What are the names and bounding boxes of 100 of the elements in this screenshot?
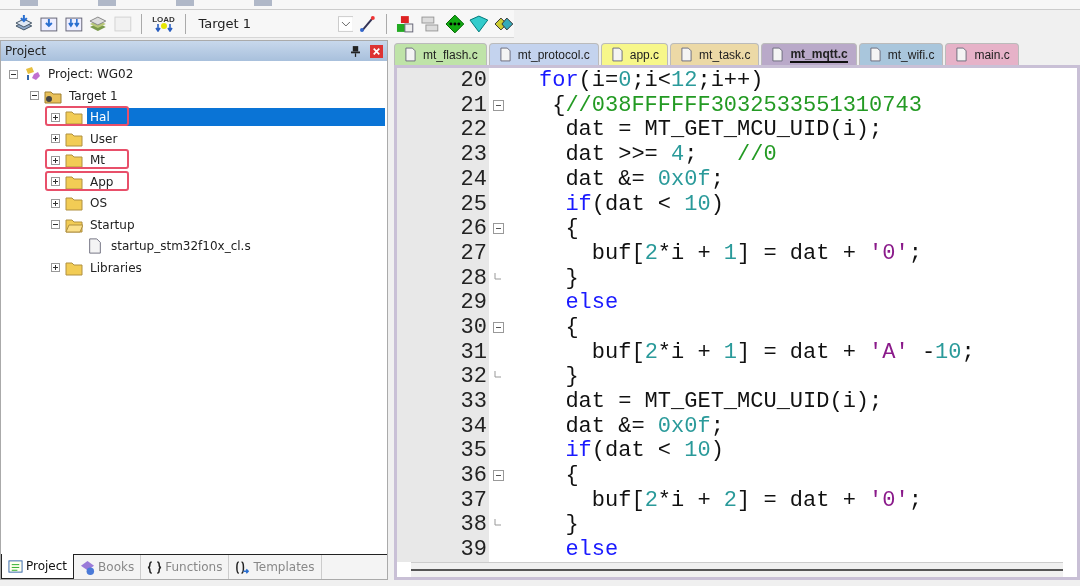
line-number: 30	[459, 314, 488, 340]
folder-icon	[65, 152, 83, 168]
line-number: 35	[459, 438, 488, 464]
line-number: 23	[459, 142, 488, 168]
line-number: 22	[459, 117, 488, 143]
line-number: 38	[459, 512, 488, 538]
panel-title: Project	[5, 44, 48, 59]
file-tab[interactable]: mt_mqtt.c	[761, 43, 857, 66]
line-number: 36	[459, 463, 488, 489]
file-tab[interactable]: main.c	[945, 43, 1019, 66]
code-line: {	[564, 463, 579, 489]
file-tab[interactable]: mt_flash.c	[394, 43, 487, 66]
fold-icon[interactable]	[493, 321, 504, 333]
expand-icon[interactable]	[51, 198, 60, 208]
file-tab[interactable]: app.c	[600, 43, 669, 66]
code-line: buf[2*i + 1] = dat + 'A' -10;	[590, 339, 975, 365]
collapse-icon[interactable]	[30, 91, 39, 100]
line-number: 28	[459, 265, 488, 291]
line-number: 20	[459, 68, 488, 94]
collapse-icon[interactable]	[51, 220, 60, 229]
file-tab[interactable]: mt_wifi.c	[858, 43, 944, 66]
expand-icon[interactable]	[51, 177, 60, 186]
close-icon[interactable]	[370, 44, 383, 58]
template-icon	[235, 559, 251, 575]
line-number: 21	[459, 92, 488, 118]
code-line: if(dat < 10)	[564, 438, 724, 464]
folder-icon	[65, 216, 83, 233]
line-number: 25	[459, 191, 488, 217]
fold-icon[interactable]	[493, 470, 504, 482]
expand-icon[interactable]	[51, 134, 60, 143]
code-line: else	[564, 290, 619, 316]
collapse-icon[interactable]	[9, 69, 18, 79]
folder-icon	[65, 195, 83, 211]
file-tab[interactable]: mt_protocol.c	[488, 43, 599, 66]
horizontal-scrollbar[interactable]	[411, 562, 1063, 577]
code-line: }	[564, 265, 579, 291]
line-number: 32	[459, 364, 488, 390]
folder-icon	[65, 109, 83, 125]
code-line: dat = MT_GET_MCU_UID(i);	[564, 117, 883, 143]
project-icon	[23, 66, 41, 82]
file-icon	[611, 47, 623, 63]
panel-tab[interactable]: Project	[1, 554, 75, 579]
tree-item[interactable]: Startup	[87, 215, 138, 234]
tree-item[interactable]: Project: WG02	[45, 65, 137, 83]
folder-icon	[65, 130, 83, 147]
line-number: 34	[459, 413, 488, 439]
code-line: for(i=0;i<12;i++)	[539, 68, 764, 94]
line-number: 26	[459, 216, 488, 242]
list-icon	[8, 558, 23, 574]
code-line: dat >>= 4; //0	[564, 142, 777, 168]
tree-item[interactable]: User	[87, 129, 121, 148]
folder-icon	[65, 173, 83, 190]
pin-icon[interactable]	[351, 45, 360, 57]
diamond-icon[interactable]	[444, 13, 465, 34]
tree-item[interactable]: Target 1	[66, 86, 121, 105]
tree-item[interactable]: startup_stm32f10x_cl.s	[108, 237, 254, 255]
code-line: buf[2*i + 2] = dat + '0';	[590, 487, 922, 513]
line-number: 24	[459, 166, 488, 192]
line-number: 27	[459, 240, 488, 266]
folder-icon	[65, 259, 83, 276]
file-icon	[499, 47, 511, 63]
expand-icon[interactable]	[51, 263, 60, 272]
code-line: buf[2*i + 1] = dat + '0';	[590, 240, 922, 266]
tree-item[interactable]: Libraries	[87, 258, 145, 277]
code-line: dat = MT_GET_MCU_UID(i);	[564, 389, 883, 415]
file-icon	[681, 47, 693, 63]
expand-icon[interactable]	[51, 155, 60, 165]
file-icon	[86, 238, 104, 254]
line-number: 29	[459, 290, 488, 316]
fold-icon[interactable]	[493, 223, 504, 235]
braces-icon	[147, 559, 163, 575]
file-icon	[956, 47, 968, 63]
line-number: 33	[459, 389, 488, 415]
blocks-icon[interactable]	[395, 13, 415, 34]
file-tab[interactable]: mt_task.c	[670, 43, 760, 66]
code-line: dat &= 0x0f;	[564, 166, 724, 192]
code-line: }	[564, 364, 579, 390]
code-line: if(dat < 10)	[564, 191, 724, 217]
file-icon	[869, 47, 881, 63]
line-number: 31	[459, 339, 488, 365]
book-icon	[80, 559, 96, 575]
expand-icon[interactable]	[51, 112, 60, 122]
file-icon	[772, 47, 784, 63]
code-line: {//038FFFFFF3032533551310743	[551, 92, 922, 118]
tree-item[interactable]: Hal	[87, 108, 385, 126]
file-icon	[405, 47, 416, 63]
line-number: 39	[459, 537, 488, 562]
code-line: else	[564, 537, 619, 562]
code-line: {	[564, 216, 579, 242]
filter-icon[interactable]	[469, 13, 490, 34]
tree-item[interactable]: OS	[87, 194, 111, 212]
code-line: }	[564, 512, 579, 538]
tree-item[interactable]: Mt	[87, 151, 109, 169]
load-button[interactable]: LOAD	[149, 15, 178, 32]
line-number: 37	[459, 487, 488, 513]
code-line: {	[564, 314, 579, 340]
target-dropdown[interactable]: Target 1	[194, 16, 333, 32]
fold-icon[interactable]	[493, 99, 504, 111]
tree-item[interactable]: App	[87, 172, 117, 191]
code-line: dat &= 0x0f;	[564, 413, 724, 439]
